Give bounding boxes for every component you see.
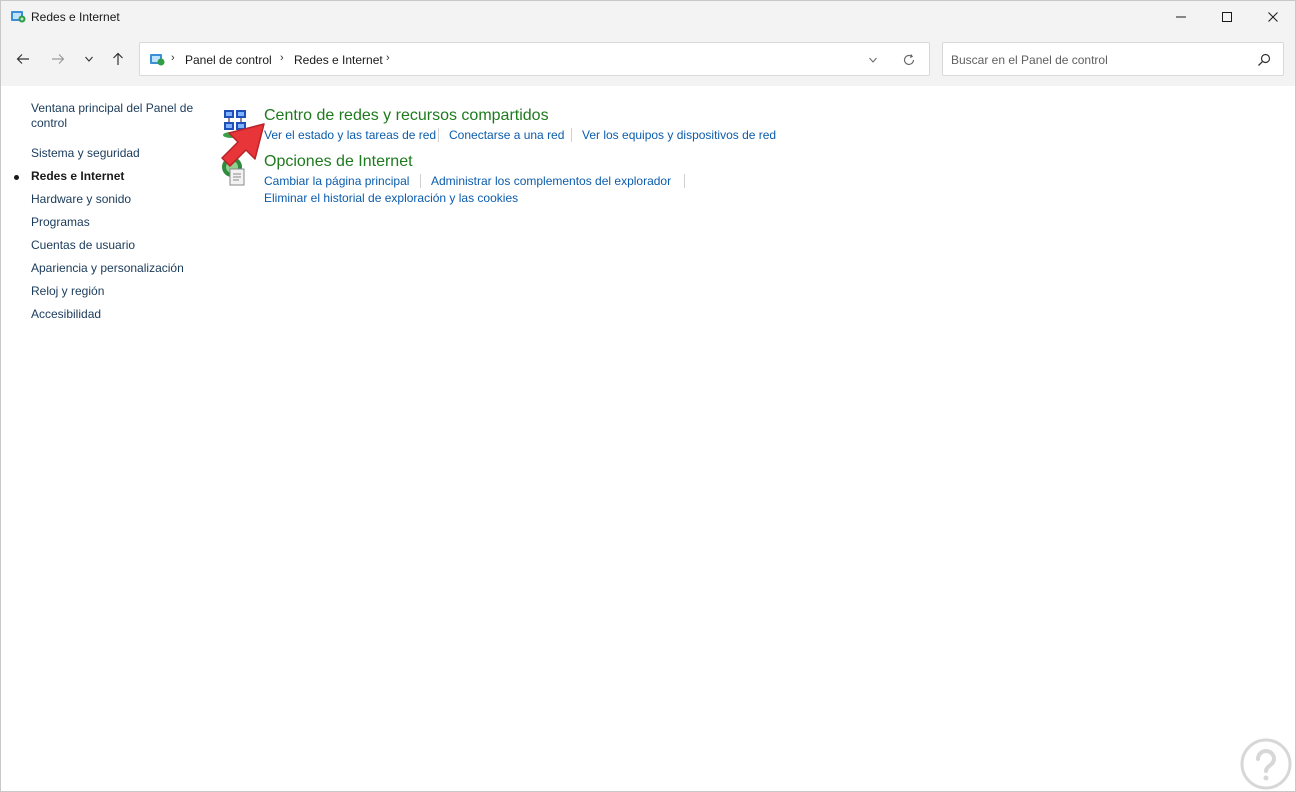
back-button[interactable] — [12, 48, 34, 70]
breadcrumb-control-panel[interactable]: Panel de control — [185, 53, 272, 67]
sidebar-item-label-continued: control — [31, 116, 68, 130]
recent-locations-button[interactable] — [78, 48, 100, 70]
link-separator — [571, 128, 572, 142]
link-connect-to-network[interactable]: Conectarse a una red — [449, 128, 564, 142]
control-panel-icon — [150, 54, 165, 66]
watermark-logo-icon — [1240, 738, 1292, 790]
link-delete-browsing-history[interactable]: Eliminar el historial de exploración y l… — [264, 191, 518, 205]
window-title: Redes e Internet — [31, 10, 120, 24]
link-view-network-devices[interactable]: Ver los equipos y dispositivos de red — [582, 128, 776, 142]
sidebar-item-clock-region[interactable]: Reloj y región — [31, 284, 104, 299]
refresh-button[interactable] — [900, 51, 918, 69]
sidebar-item-hardware-sound[interactable]: Hardware y sonido — [31, 192, 131, 207]
category-title-internet-options[interactable]: Opciones de Internet — [264, 153, 413, 171]
address-dropdown-button[interactable] — [864, 52, 882, 68]
chevron-down-icon — [85, 56, 93, 62]
breadcrumb-network-internet[interactable]: Redes e Internet — [294, 53, 383, 67]
link-separator — [420, 174, 421, 188]
minimize-button[interactable] — [1158, 1, 1204, 32]
link-separator — [684, 174, 685, 188]
arrow-right-icon — [52, 54, 65, 64]
control-panel-window: Redes e Internet › Panel de control › Re… — [0, 0, 1296, 792]
arrow-left-icon — [16, 54, 29, 64]
sidebar-item-network-internet[interactable]: Redes e Internet — [31, 169, 124, 184]
sidebar-item-accessibility[interactable]: Accesibilidad — [31, 307, 101, 322]
active-bullet-icon — [14, 175, 19, 180]
address-bar[interactable]: › Panel de control › Redes e Internet › — [139, 42, 930, 76]
close-button[interactable] — [1250, 1, 1296, 32]
close-icon — [1268, 11, 1278, 22]
arrow-up-icon — [113, 52, 123, 65]
search-input[interactable]: Buscar en el Panel de control — [942, 42, 1284, 76]
sidebar-item-appearance[interactable]: Apariencia y personalización — [31, 261, 184, 276]
maximize-button[interactable] — [1204, 1, 1250, 32]
title-bar: Redes e Internet — [1, 1, 1295, 32]
up-button[interactable] — [107, 48, 129, 70]
sidebar: Ventana principal del Panel de control S… — [1, 86, 211, 786]
annotation-arrow-icon — [221, 123, 265, 167]
breadcrumb-separator-icon: › — [171, 52, 175, 64]
sidebar-item-user-accounts[interactable]: Cuentas de usuario — [31, 238, 135, 253]
link-change-home-page[interactable]: Cambiar la página principal — [264, 174, 409, 188]
category-title-network-center[interactable]: Centro de redes y recursos compartidos — [264, 107, 549, 125]
link-separator — [438, 128, 439, 142]
link-manage-addons[interactable]: Administrar los complementos del explora… — [431, 174, 671, 188]
search-icon[interactable] — [1256, 52, 1272, 68]
control-panel-app-icon — [11, 11, 26, 23]
refresh-icon — [903, 54, 915, 65]
sidebar-item-system-security[interactable]: Sistema y seguridad — [31, 146, 140, 161]
sidebar-item-programs[interactable]: Programas — [31, 215, 90, 230]
navigation-bar: › Panel de control › Redes e Internet › … — [1, 32, 1295, 86]
maximize-icon — [1222, 11, 1232, 22]
forward-button[interactable] — [47, 48, 69, 70]
link-view-network-status[interactable]: Ver el estado y las tareas de red — [264, 128, 436, 142]
minimize-icon — [1176, 16, 1186, 17]
sidebar-item-label: Ventana principal del Panel de — [31, 101, 194, 115]
breadcrumb-separator-icon: › — [280, 52, 284, 64]
sidebar-item-control-panel-home[interactable]: Ventana principal del Panel de control — [31, 101, 193, 131]
search-placeholder: Buscar en el Panel de control — [951, 53, 1108, 67]
breadcrumb-separator-icon: › — [386, 52, 390, 64]
chevron-down-icon — [869, 57, 877, 63]
